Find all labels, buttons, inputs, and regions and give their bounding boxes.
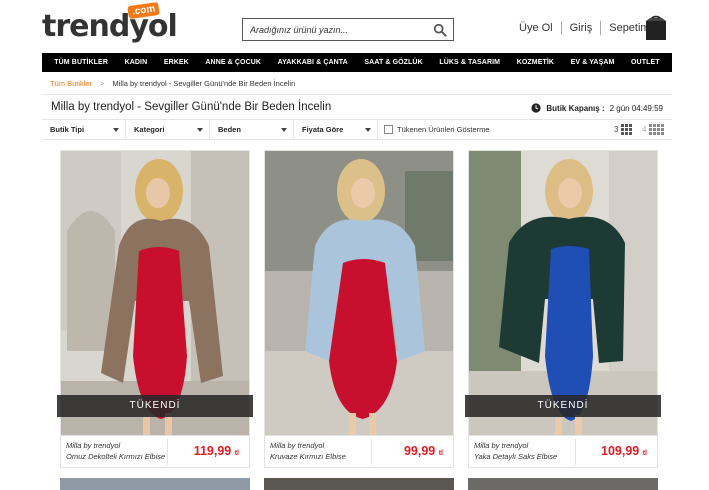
filter-bar: Butik Tipi Kategori Beden Fiyata Göre Tü… [42,120,672,140]
search-input[interactable] [243,19,423,40]
search-box [242,18,454,41]
product-photo[interactable] [265,151,453,435]
product-card[interactable]: Milla by trendyol Kruvaze Kırmızı Elbise… [264,150,454,468]
caret-down-icon [365,128,371,132]
product-price: 109,99 tl [601,444,647,458]
hide-soldout-checkbox[interactable] [384,125,393,134]
price-currency: tl [438,450,443,457]
product-photo[interactable] [469,151,657,435]
price-box: 109,99 tl [575,439,653,465]
nav-item-ev-yasam[interactable]: EV & YAŞAM [571,59,615,66]
filter-label: Kategori [134,125,165,134]
soldout-banner: TÜKENDİ [465,395,661,417]
price-value: 99,99 [403,444,436,458]
shopping-bag-icon[interactable] [644,12,668,42]
breadcrumb-root-link[interactable]: Tüm Butikler [50,79,92,88]
next-row-product-photo[interactable] [264,478,454,490]
timer-value: 2 gün 04:49:59 [609,103,663,113]
product-info[interactable]: Milla by trendyol Omuz Dekolteli Kırmızı… [61,435,249,467]
price-box: 119,99 tl [167,439,245,465]
product-name: Omuz Dekolteli Kırmızı Elbise [66,452,166,461]
product-price: 99,99 tl [404,444,443,458]
nav-item-erkek[interactable]: ERKEK [164,59,189,66]
grid-4-label: 4 [642,125,647,134]
product-image [469,151,657,435]
breadcrumb-current: Milla by trendyol - Sevgiller Günü'nde B… [112,79,296,88]
filter-butik-tipi[interactable]: Butik Tipi [42,120,126,140]
breadcrumb-separator: > [100,79,105,88]
product-brand: Milla by trendyol [66,441,121,450]
nav-item-ayakkabi-canta[interactable]: AYAKKABI & ÇANTA [278,59,348,66]
nav-item-outlet[interactable]: OUTLET [631,59,660,66]
filter-label: Beden [218,125,241,134]
filter-beden[interactable]: Beden [210,120,294,140]
site-header: trendyol .com Üye Ol Giriş Sepetim [0,0,709,52]
breadcrumb: Tüm Butikler > Milla by trendyol - Sevgi… [50,79,295,88]
nav-item-anne-cocuk[interactable]: ANNE & ÇOCUK [205,59,261,66]
product-name: Kruvaze Kırmızı Elbise [270,452,346,461]
product-photo[interactable] [61,151,249,435]
filter-label: Butik Tipi [50,125,85,134]
grid-3-label: 3 [614,125,619,134]
main-nav: TÜM BUTİKLER KADIN ERKEK ANNE & ÇOCUK AY… [42,53,672,72]
grid-4-icon [649,124,665,135]
price-box: 99,99 tl [371,439,449,465]
product-image [265,151,453,435]
nav-item-kozmetik[interactable]: KOZMETİK [517,59,554,66]
caret-down-icon [113,128,119,132]
product-card[interactable]: TÜKENDİ Milla by trendyol Omuz Dekolteli… [57,150,253,468]
grid-4-toggle[interactable]: 4 [642,124,665,135]
soldout-banner: TÜKENDİ [57,395,253,417]
filter-label: Fiyata Göre [302,125,344,134]
hide-soldout-toggle[interactable]: Tükenen Ürünleri Gösterme [384,125,490,134]
hide-soldout-label: Tükenen Ürünleri Gösterme [397,125,490,134]
nav-item-kadin[interactable]: KADIN [125,59,148,66]
grid-3-icon [621,124,633,135]
boutique-title-bar: Milla by trendyol - Sevgiller Günü'nde B… [42,94,672,120]
next-row-product-photo[interactable] [60,478,250,490]
account-links: Üye Ol Giriş Sepetim [511,21,658,35]
price-currency: tl [234,450,239,457]
price-value: 119,99 [193,444,232,458]
page-title: Milla by trendyol - Sevgiller Günü'nde B… [51,101,332,113]
nav-item-saat-gozluk[interactable]: SAAT & GÖZLÜK [364,59,422,66]
price-currency: tl [642,450,647,457]
filter-fiyat[interactable]: Fiyata Göre [294,120,378,140]
product-name: Yaka Detaylı Saks Elbise [474,452,558,461]
price-value: 109,99 [601,444,640,458]
next-row-product-photo[interactable] [468,478,658,490]
grid-3-toggle[interactable]: 3 [614,124,633,135]
product-brand: Milla by trendyol [474,441,529,450]
nav-item-luks-tasarim[interactable]: LÜKS & TASARIM [439,59,500,66]
product-info[interactable]: Milla by trendyol Yaka Detaylı Saks Elbi… [469,435,657,467]
clock-icon [531,103,541,113]
trendyol-logo[interactable]: trendyol .com [42,1,178,44]
boutique-timer: Butik Kapanış : 2 gün 04:49:59 [531,103,663,113]
caret-down-icon [281,128,287,132]
timer-label: Butik Kapanış : [546,103,605,113]
filter-kategori[interactable]: Kategori [126,120,210,140]
search-icon[interactable] [433,23,447,37]
nav-item-tum-butikler[interactable]: TÜM BUTİKLER [54,59,108,66]
product-brand: Milla by trendyol [270,441,325,450]
product-image [61,151,249,435]
login-link[interactable]: Giriş [562,22,601,34]
product-card[interactable]: TÜKENDİ Milla by trendyol Yaka Detaylı S… [465,150,661,468]
caret-down-icon [197,128,203,132]
product-price: 119,99 tl [194,444,239,458]
register-link[interactable]: Üye Ol [511,22,561,34]
product-info[interactable]: Milla by trendyol Kruvaze Kırmızı Elbise… [265,435,453,467]
